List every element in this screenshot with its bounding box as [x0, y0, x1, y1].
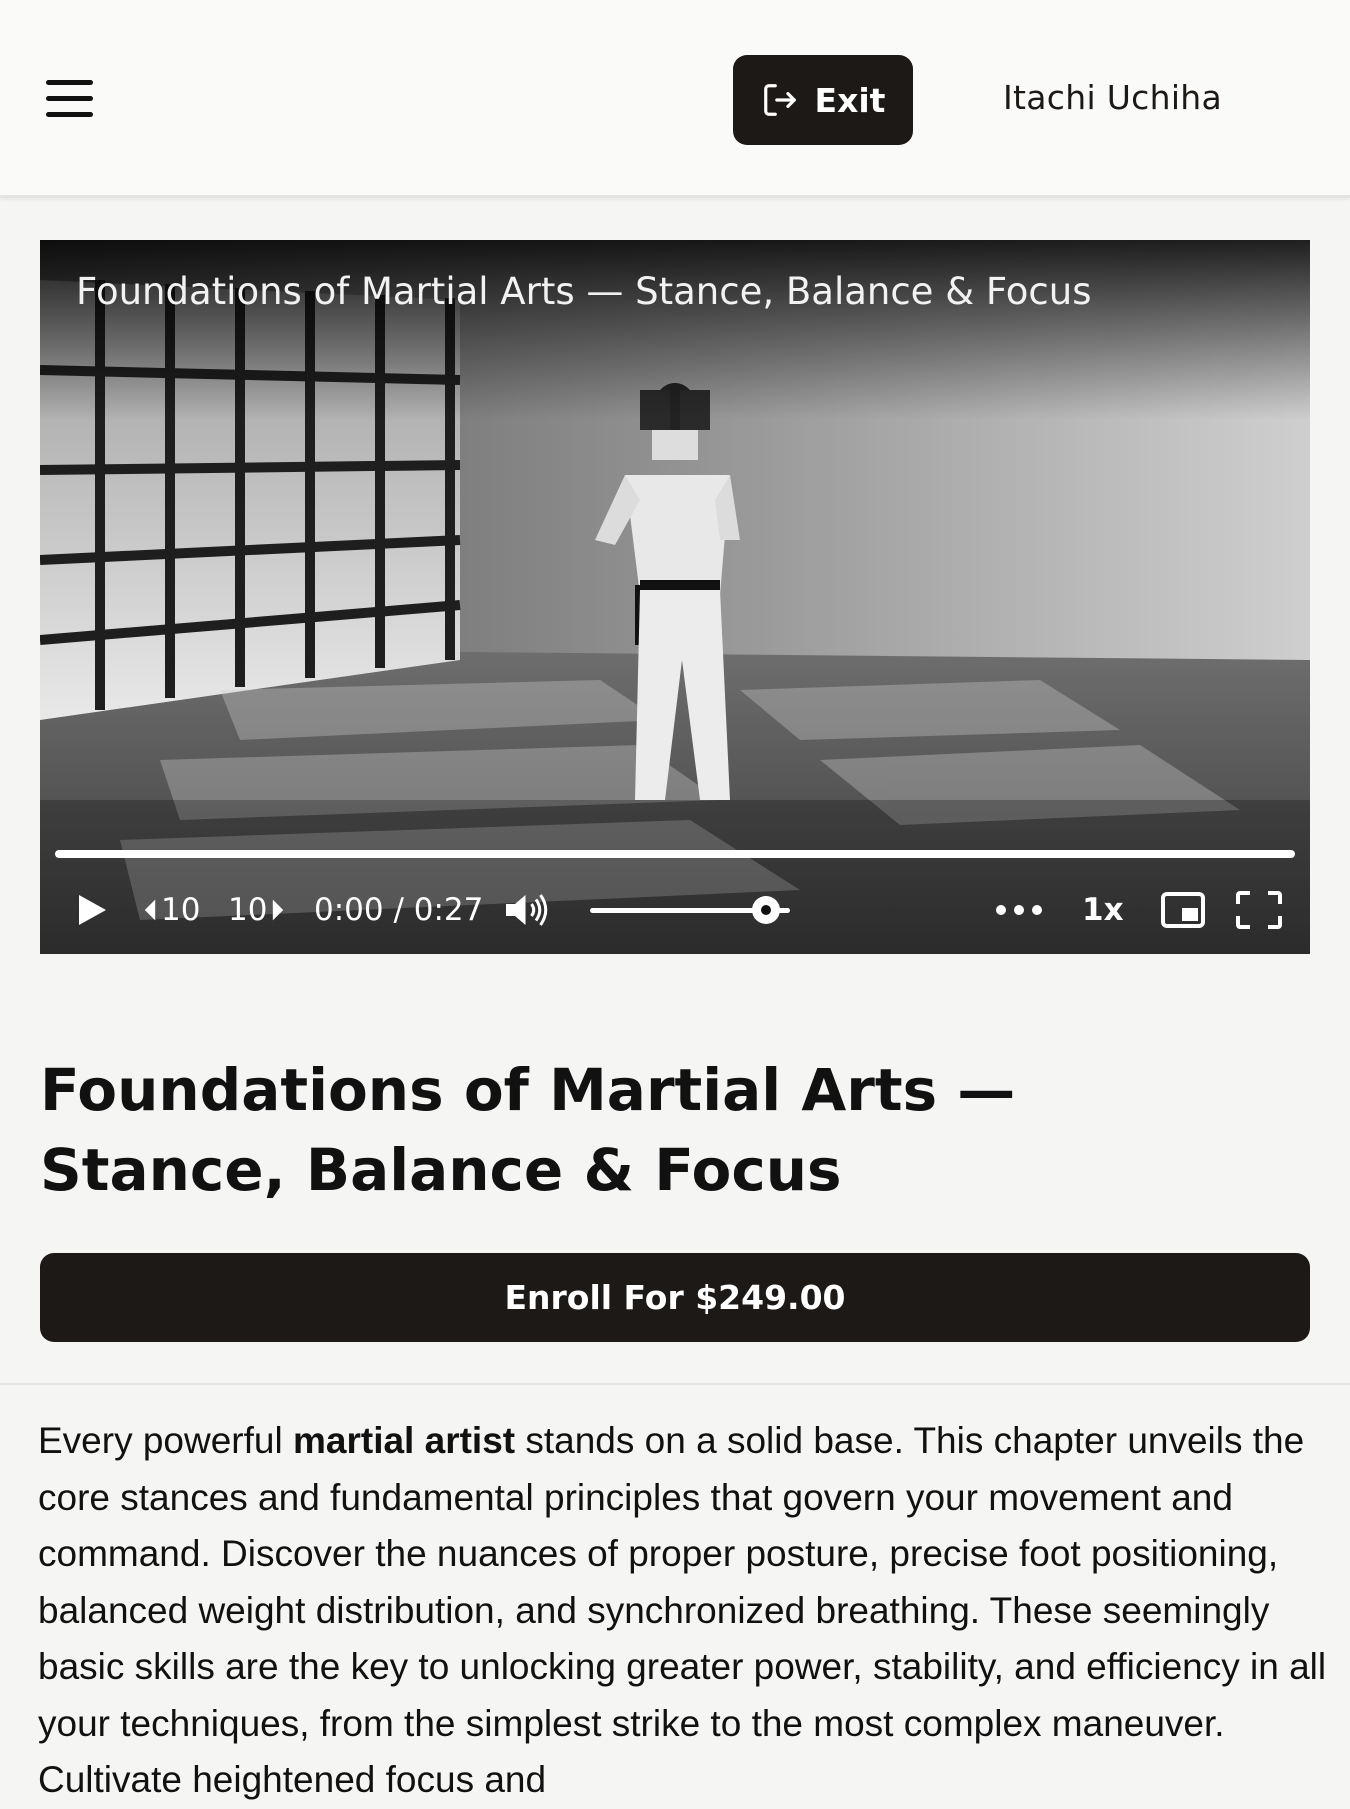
time-display-wrap: 0:00 / 0:27 [314, 880, 483, 940]
rewind-icon [144, 899, 156, 921]
forward-10-button[interactable]: 10 [228, 880, 285, 940]
volume-slider-knob[interactable] [752, 896, 780, 924]
exit-label: Exit [814, 80, 886, 120]
playback-speed-button[interactable]: 1x [1082, 880, 1124, 940]
fullscreen-button[interactable] [1235, 880, 1283, 940]
description-text-start: Every powerful [38, 1420, 293, 1461]
time-display: 0:00 / 0:27 [314, 892, 484, 928]
volume-icon [506, 894, 548, 926]
forward-label: 10 [228, 892, 268, 928]
video-controls: 10 10 0:00 / 0:27 1x [40, 880, 1310, 940]
play-button[interactable] [73, 880, 113, 940]
picture-in-picture-icon [1161, 892, 1205, 928]
exit-button[interactable]: Exit [733, 55, 913, 145]
hamburger-menu-icon[interactable] [46, 80, 94, 118]
enroll-button[interactable]: Enroll For $249.00 [40, 1253, 1310, 1342]
top-bar: Exit Itachi Uchiha [0, 0, 1350, 198]
play-icon [79, 895, 106, 925]
description-text-rest: stands on a solid base. This chapter unv… [38, 1420, 1327, 1800]
sign-out-icon [763, 84, 796, 116]
description-highlight: martial artist [293, 1420, 516, 1461]
user-name[interactable]: Itachi Uchiha [1003, 78, 1222, 122]
course-title: Foundations of Martial Arts — Stance, Ba… [40, 1056, 1016, 1204]
more-options-button[interactable] [995, 880, 1043, 940]
forward-icon [273, 899, 284, 921]
video-overlay-title: Foundations of Martial Arts — Stance, Ba… [76, 270, 1092, 313]
more-dots-icon [996, 905, 1042, 915]
video-frame [40, 240, 1310, 954]
rewind-10-button[interactable]: 10 [143, 880, 200, 940]
rewind-label: 10 [161, 892, 201, 928]
mute-button[interactable] [503, 880, 551, 940]
course-description: Every powerful martial artist stands on … [38, 1413, 1328, 1809]
seek-bar[interactable] [55, 850, 1295, 858]
video-player[interactable]: Foundations of Martial Arts — Stance, Ba… [40, 240, 1310, 954]
fullscreen-icon [1236, 891, 1282, 929]
pip-button[interactable] [1160, 880, 1206, 940]
speed-label: 1x [1082, 892, 1124, 928]
divider [0, 1383, 1350, 1385]
